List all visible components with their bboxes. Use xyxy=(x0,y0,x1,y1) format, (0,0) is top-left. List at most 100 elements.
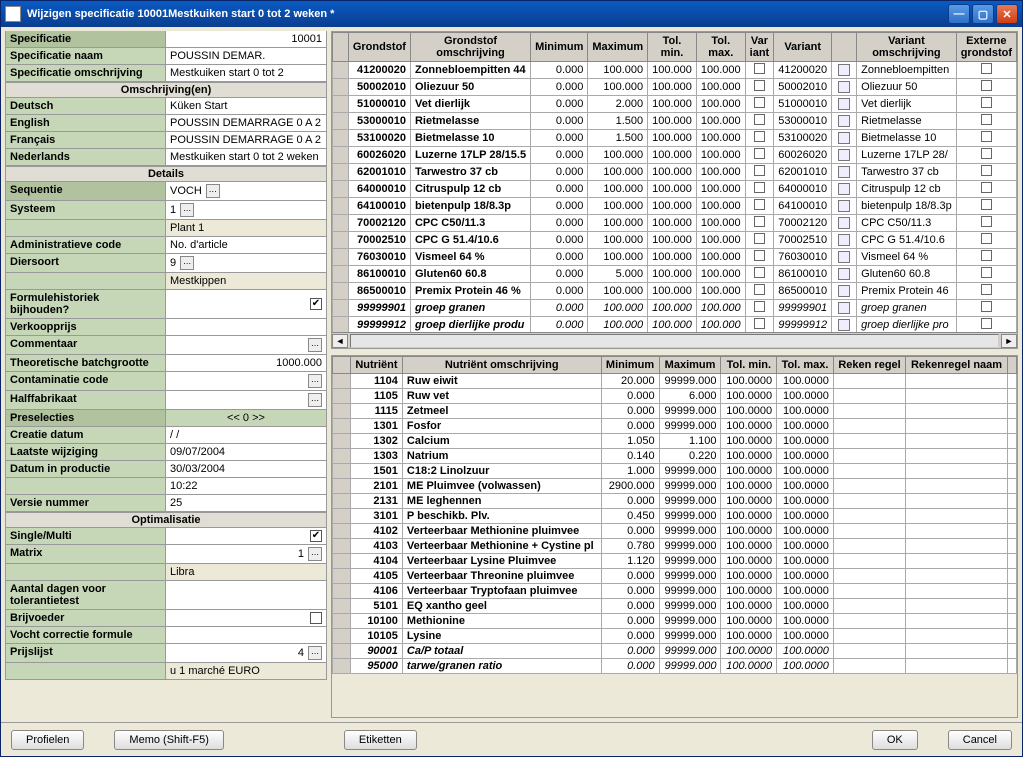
cell-extra[interactable] xyxy=(1007,524,1016,539)
cell-tolmax[interactable]: 100.000 xyxy=(696,113,745,130)
cell-tolmin[interactable]: 100.0000 xyxy=(721,479,777,494)
cell-min[interactable]: 0.000 xyxy=(531,113,588,130)
externe-check[interactable] xyxy=(956,249,1016,266)
sequentie-value[interactable]: VOCH⋯ xyxy=(166,182,326,200)
col-header[interactable]: Externe grondstof xyxy=(956,33,1016,62)
cell-tolmax[interactable]: 100.000 xyxy=(696,96,745,113)
cell-extra[interactable] xyxy=(1007,614,1016,629)
grondstof-code[interactable]: 70002510 xyxy=(348,232,410,249)
cell-extra[interactable] xyxy=(1007,509,1016,524)
variant-code[interactable]: 86100010 xyxy=(774,266,832,283)
cell-tolmin[interactable]: 100.0000 xyxy=(721,524,777,539)
variant-code[interactable]: 99999912 xyxy=(774,317,832,333)
cell-rekenregel[interactable] xyxy=(833,569,905,584)
cell-rekenregel[interactable] xyxy=(833,539,905,554)
table-row[interactable]: 50002010Oliezuur 500.000100.000100.00010… xyxy=(333,79,1017,96)
nutrient-oms[interactable]: Methionine xyxy=(402,614,601,629)
variant-oms[interactable]: Oliezuur 50 xyxy=(857,79,957,96)
nutrient-oms[interactable]: ME leghennen xyxy=(402,494,601,509)
cell-rekenregel[interactable] xyxy=(833,389,905,404)
variant-code[interactable]: 70002510 xyxy=(774,232,832,249)
grondstof-code[interactable]: 64000010 xyxy=(348,181,410,198)
cell-min[interactable]: 0.000 xyxy=(601,524,659,539)
cell-max[interactable]: 100.000 xyxy=(588,215,648,232)
table-row[interactable]: 4102Verteerbaar Methionine pluimvee0.000… xyxy=(333,524,1017,539)
cell-min[interactable]: 0.000 xyxy=(601,644,659,659)
cell-tolmax[interactable]: 100.0000 xyxy=(777,479,834,494)
variant-oms[interactable]: Rietmelasse xyxy=(857,113,957,130)
cell-tolmax[interactable]: 100.0000 xyxy=(777,449,834,464)
lookup-icon[interactable] xyxy=(838,81,850,93)
lookup-icon[interactable] xyxy=(838,217,850,229)
systeem-value[interactable]: 1⋯ xyxy=(166,201,326,219)
cell-tolmin[interactable]: 100.0000 xyxy=(721,404,777,419)
cell-rekenregelnaam[interactable] xyxy=(906,539,1008,554)
cell-tolmin[interactable]: 100.000 xyxy=(648,300,697,317)
cell-tolmin[interactable]: 100.000 xyxy=(648,317,697,333)
variant-code[interactable]: 53000010 xyxy=(774,113,832,130)
cell-min[interactable]: 0.000 xyxy=(531,215,588,232)
cell-min[interactable]: 0.000 xyxy=(601,404,659,419)
cell-min[interactable]: 0.000 xyxy=(601,629,659,644)
nutrient-code[interactable]: 2131 xyxy=(351,494,403,509)
cell-rekenregel[interactable] xyxy=(833,554,905,569)
cell-max[interactable]: 99999.000 xyxy=(659,374,721,389)
cell-rekenregel[interactable] xyxy=(833,584,905,599)
variant-oms[interactable]: CPC G 51.4/10.6 xyxy=(857,232,957,249)
variant-lookup[interactable] xyxy=(832,96,857,113)
nutrient-code[interactable]: 95000 xyxy=(351,659,403,674)
lookup-icon[interactable] xyxy=(838,64,850,76)
close-button[interactable]: ✕ xyxy=(996,4,1018,24)
nutrient-code[interactable]: 1115 xyxy=(351,404,403,419)
grondstof-oms[interactable]: Vet dierlijk xyxy=(410,96,530,113)
variant-lookup[interactable] xyxy=(832,79,857,96)
lookup-icon[interactable] xyxy=(838,234,850,246)
cell-rekenregelnaam[interactable] xyxy=(906,389,1008,404)
externe-check[interactable] xyxy=(956,62,1016,79)
cell-rekenregelnaam[interactable] xyxy=(906,449,1008,464)
externe-check[interactable] xyxy=(956,300,1016,317)
table-row[interactable]: 60026020Luzerne 17LP 28/15.50.000100.000… xyxy=(333,147,1017,164)
table-row[interactable]: 53100020Bietmelasse 100.0001.500100.0001… xyxy=(333,130,1017,147)
cell-rekenregel[interactable] xyxy=(833,509,905,524)
table-row[interactable]: 64100010bietenpulp 18/8.3p0.000100.00010… xyxy=(333,198,1017,215)
cell-rekenregelnaam[interactable] xyxy=(906,599,1008,614)
cell-min[interactable]: 0.000 xyxy=(531,147,588,164)
variant-oms[interactable]: Luzerne 17LP 28/ xyxy=(857,147,957,164)
lookup-icon[interactable] xyxy=(838,200,850,212)
table-row[interactable]: 10100Methionine0.00099999.000100.0000100… xyxy=(333,614,1017,629)
nutrient-oms[interactable]: ME Pluimvee (volwassen) xyxy=(402,479,601,494)
cell-tolmax[interactable]: 100.000 xyxy=(696,232,745,249)
cell-tolmin[interactable]: 100.000 xyxy=(648,181,697,198)
cell-tolmax[interactable]: 100.0000 xyxy=(777,599,834,614)
table-row[interactable]: 53000010Rietmelasse0.0001.500100.000100.… xyxy=(333,113,1017,130)
nutrient-oms[interactable]: Verteerbaar Threonine pluimvee xyxy=(402,569,601,584)
nutrient-oms[interactable]: tarwe/granen ratio xyxy=(402,659,601,674)
cell-max[interactable]: 1.100 xyxy=(659,434,721,449)
cell-rekenregelnaam[interactable] xyxy=(906,494,1008,509)
cell-tolmax[interactable]: 100.000 xyxy=(696,198,745,215)
nutrient-oms[interactable]: Verteerbaar Methionine + Cystine pl xyxy=(402,539,601,554)
specoms-value[interactable]: Mestkuiken start 0 tot 2 xyxy=(166,65,326,81)
variant-check[interactable] xyxy=(745,113,774,130)
scroll-track[interactable] xyxy=(350,334,999,348)
grondstof-code[interactable]: 53100020 xyxy=(348,130,410,147)
nutrient-code[interactable]: 4105 xyxy=(351,569,403,584)
externe-check[interactable] xyxy=(956,181,1016,198)
col-header[interactable]: Var iant xyxy=(745,33,774,62)
cell-tolmin[interactable]: 100.000 xyxy=(648,130,697,147)
col-header[interactable] xyxy=(1007,357,1016,374)
cell-extra[interactable] xyxy=(1007,494,1016,509)
cell-rekenregel[interactable] xyxy=(833,464,905,479)
variant-lookup[interactable] xyxy=(832,266,857,283)
cell-min[interactable]: 20.000 xyxy=(601,374,659,389)
half-value[interactable]: ⋯ xyxy=(166,391,326,409)
cell-rekenregelnaam[interactable] xyxy=(906,569,1008,584)
grondstof-oms[interactable]: groep granen xyxy=(410,300,530,317)
cell-tolmin[interactable]: 100.000 xyxy=(648,96,697,113)
nutrient-oms[interactable]: P beschikb. Plv. xyxy=(402,509,601,524)
cell-rekenregelnaam[interactable] xyxy=(906,479,1008,494)
cell-rekenregelnaam[interactable] xyxy=(906,464,1008,479)
cell-tolmax[interactable]: 100.0000 xyxy=(777,434,834,449)
minimize-button[interactable]: — xyxy=(948,4,970,24)
